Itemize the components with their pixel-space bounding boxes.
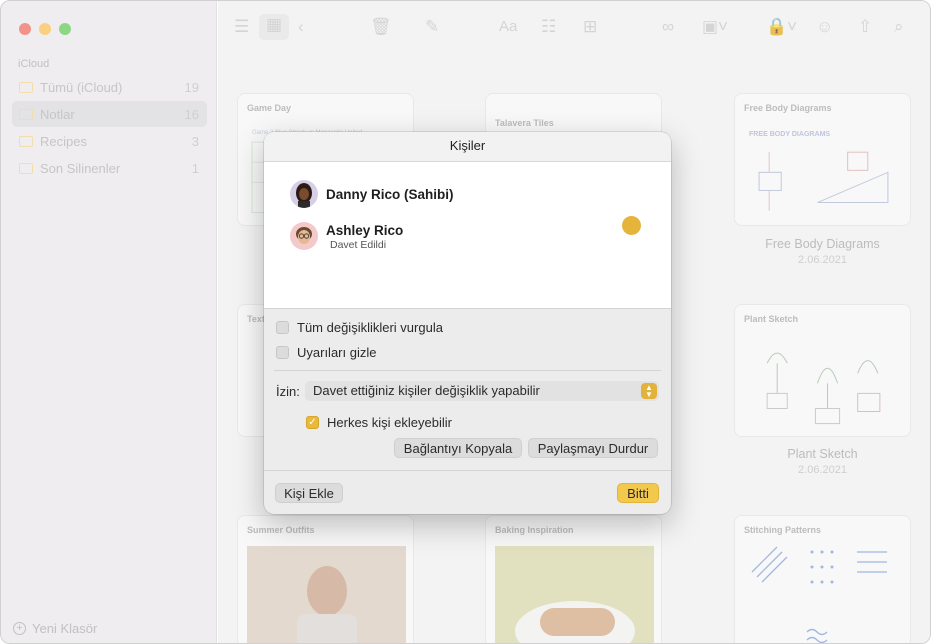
checkbox-label: Tüm değişiklikleri vurgula [297,320,443,335]
participants-list: Danny Rico (Sahibi) Ashley Rico Davet Ed… [264,162,671,309]
anyone-can-add-checkbox[interactable]: ✓ Herkes kişi ekleyebilir [306,415,452,430]
avatar [290,222,318,250]
participant-status: Davet Edildi [330,239,387,251]
checkbox-icon [276,321,289,334]
copy-link-button[interactable]: Bağlantıyı Kopyala [394,438,522,458]
dialog-title: Kişiler [264,132,671,162]
highlight-changes-checkbox[interactable]: Tüm değişiklikleri vurgula [276,320,443,335]
presence-indicator [622,216,641,235]
hide-alerts-checkbox[interactable]: Uyarıları gizle [276,345,376,360]
checkbox-icon [276,346,289,359]
done-button[interactable]: Bitti [617,483,659,503]
checkbox-label: Herkes kişi ekleyebilir [327,415,452,430]
permission-label: İzin: [276,384,300,399]
checkmark-icon: ✓ [306,416,319,429]
notes-window: iCloud Tümü (iCloud) 19 Notlar 16 Recipe… [0,0,931,644]
permission-select[interactable]: Davet ettiğiniz kişiler değişiklik yapab… [305,381,659,401]
add-people-button[interactable]: Kişi Ekle [275,483,343,503]
avatar [290,180,318,208]
participant-name: Ashley Rico [326,222,404,238]
divider [264,470,671,471]
permission-value: Davet ettiğiniz kişiler değişiklik yapab… [313,383,540,398]
participant-owner[interactable]: Danny Rico (Sahibi) [290,180,454,208]
divider [274,370,661,371]
checkbox-label: Uyarıları gizle [297,345,377,360]
select-arrows-icon: ▲ ▼ [641,383,657,399]
participants-dialog: Kişiler Danny Rico (Sahibi) Ashley Rico … [264,132,671,514]
participant-name: Danny Rico (Sahibi) [326,186,454,202]
stop-sharing-button[interactable]: Paylaşmayı Durdur [528,438,658,458]
